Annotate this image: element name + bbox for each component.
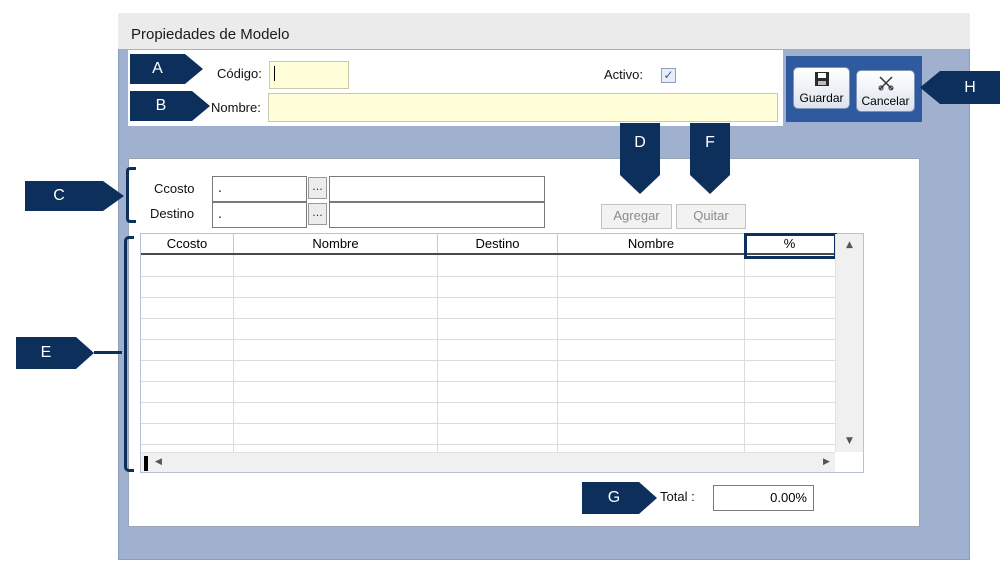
activo-label: Activo:	[604, 67, 644, 82]
total-label: Total :	[660, 489, 695, 504]
callout-b: B	[130, 91, 210, 121]
destino-code-input[interactable]: .	[212, 202, 307, 228]
table-row[interactable]	[141, 402, 835, 403]
table-row[interactable]	[141, 339, 835, 340]
activo-checkbox[interactable]: ✓	[661, 68, 676, 83]
callout-e: E	[16, 337, 94, 369]
save-label: Guardar	[799, 91, 844, 105]
floppy-disk-icon	[794, 71, 849, 89]
callout-a: A	[130, 54, 203, 84]
header-divider	[141, 253, 835, 255]
total-value: 0.00%	[713, 485, 814, 511]
save-button[interactable]: Guardar	[793, 67, 850, 109]
table-row[interactable]	[141, 297, 835, 298]
scissors-x-icon	[857, 74, 914, 92]
table-row[interactable]	[141, 423, 835, 424]
row-indicator	[144, 456, 148, 471]
table-row[interactable]	[141, 318, 835, 319]
ccosto-browse-button[interactable]: ...	[308, 177, 327, 199]
callout-d: D	[620, 123, 660, 194]
data-grid[interactable]: Ccosto Nombre Destino Nombre %	[140, 233, 864, 473]
scroll-down-icon[interactable]: ▼	[846, 436, 853, 446]
table-row[interactable]	[141, 360, 835, 361]
horizontal-scrollbar[interactable]: ◀ ▶	[141, 452, 835, 472]
cancel-label: Cancelar	[861, 94, 910, 108]
ccosto-name-input[interactable]	[329, 176, 545, 202]
window-title: Propiedades de Modelo	[131, 26, 290, 43]
scroll-right-icon[interactable]: ▶	[823, 457, 830, 467]
destino-label: Destino	[150, 206, 195, 221]
scroll-up-icon[interactable]: ▲	[846, 240, 853, 250]
bracket-c	[126, 167, 136, 223]
ccosto-code-input[interactable]: .	[212, 176, 307, 202]
percent-column-highlight	[744, 233, 837, 259]
callout-g: G	[582, 482, 657, 514]
callout-h: H	[920, 71, 1000, 104]
ccosto-label: Ccosto	[154, 181, 195, 196]
remove-button[interactable]: Quitar	[676, 204, 746, 229]
codigo-label: Código:	[217, 66, 262, 81]
column-header-nombre[interactable]: Nombre	[234, 234, 438, 254]
table-row[interactable]	[141, 276, 835, 277]
nombre-input[interactable]	[268, 93, 778, 122]
table-row[interactable]	[141, 444, 835, 445]
callout-f: F	[690, 123, 730, 194]
checkmark-icon: ✓	[663, 68, 674, 82]
add-button[interactable]: Agregar	[601, 204, 672, 229]
destino-name-input[interactable]	[329, 202, 545, 228]
vertical-scrollbar[interactable]: ▲ ▼	[835, 234, 863, 452]
column-header-ccosto[interactable]: Ccosto	[141, 234, 234, 254]
column-header-destino[interactable]: Destino	[438, 234, 558, 254]
text-caret	[274, 66, 275, 81]
scroll-left-icon[interactable]: ◀	[155, 457, 162, 467]
destino-browse-button[interactable]: ...	[308, 203, 327, 225]
nombre-label: Nombre:	[211, 100, 261, 115]
cancel-button[interactable]: Cancelar	[856, 70, 915, 112]
column-header-nombre-destino[interactable]: Nombre	[558, 234, 745, 254]
bracket-e	[124, 236, 134, 472]
codigo-input[interactable]	[269, 61, 349, 89]
connector-e	[94, 351, 122, 354]
callout-c: C	[25, 181, 124, 211]
table-row[interactable]	[141, 381, 835, 382]
